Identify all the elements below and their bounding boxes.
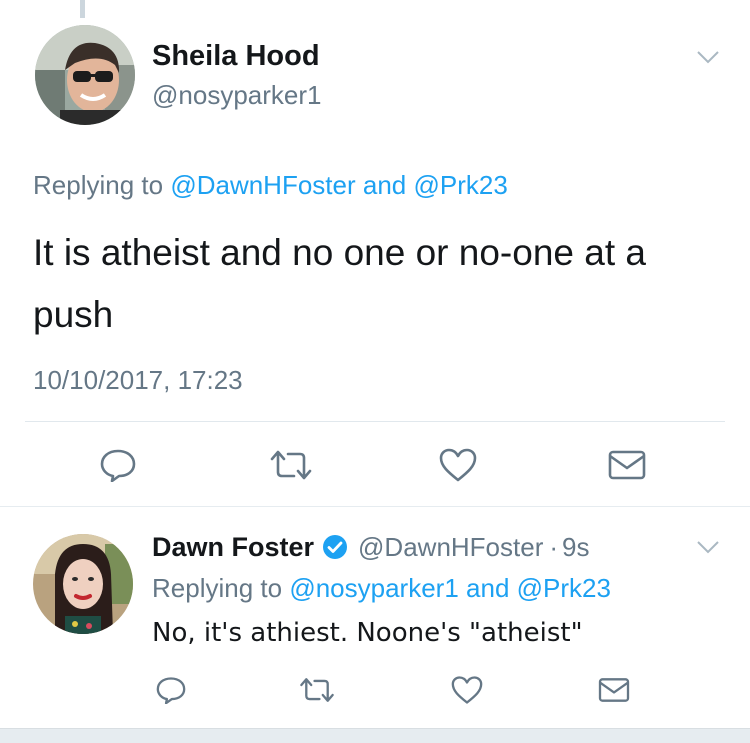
thread-connector-line — [80, 0, 85, 18]
divider — [25, 421, 725, 422]
tweet-timestamp[interactable]: 10/10/2017, 17:23 — [33, 365, 243, 396]
time-ago[interactable]: 9s — [562, 532, 589, 563]
reply-icon[interactable] — [153, 674, 189, 706]
reply-header: Dawn Foster @DawnHFoster · 9s — [152, 530, 590, 564]
replying-label: Replying to — [33, 170, 164, 200]
message-icon[interactable] — [596, 674, 632, 706]
replying-and: and — [466, 573, 510, 603]
tweet-separator — [0, 506, 750, 507]
reply-icon[interactable] — [96, 445, 140, 485]
like-icon[interactable] — [449, 674, 485, 706]
mention-link[interactable]: @nosyparker1 — [289, 573, 458, 603]
replying-and: and — [362, 170, 407, 200]
mention-link[interactable]: @Prk23 — [517, 573, 611, 603]
next-tweet-edge — [0, 728, 750, 743]
avatar[interactable] — [35, 25, 135, 125]
chevron-down-icon[interactable] — [696, 540, 720, 559]
author-name[interactable]: Sheila Hood — [152, 40, 320, 73]
retweet-icon[interactable] — [266, 445, 316, 485]
retweet-icon[interactable] — [297, 674, 337, 706]
dot-separator: · — [549, 531, 559, 562]
like-icon[interactable] — [436, 445, 480, 485]
message-icon[interactable] — [605, 445, 649, 485]
tweet-text: It is atheist and no one or no-one at a … — [33, 232, 646, 335]
avatar[interactable] — [33, 534, 133, 634]
mention-link[interactable]: @DawnHFoster — [170, 170, 355, 200]
replying-to: Replying to @DawnHFoster and @Prk23 — [33, 170, 508, 201]
replying-to: Replying to @nosyparker1 and @Prk23 — [152, 573, 611, 604]
author-name[interactable]: Dawn Foster — [152, 532, 314, 563]
mention-link[interactable]: @Prk23 — [414, 170, 508, 200]
chevron-down-icon[interactable] — [696, 50, 720, 69]
author-handle[interactable]: @nosyparker1 — [152, 80, 321, 111]
tweet-text: No, it's athiest. Noone's "atheist" — [152, 618, 583, 648]
author-handle[interactable]: @DawnHFoster — [358, 532, 543, 563]
replying-label: Replying to — [152, 573, 283, 603]
verified-badge-icon — [322, 534, 348, 560]
